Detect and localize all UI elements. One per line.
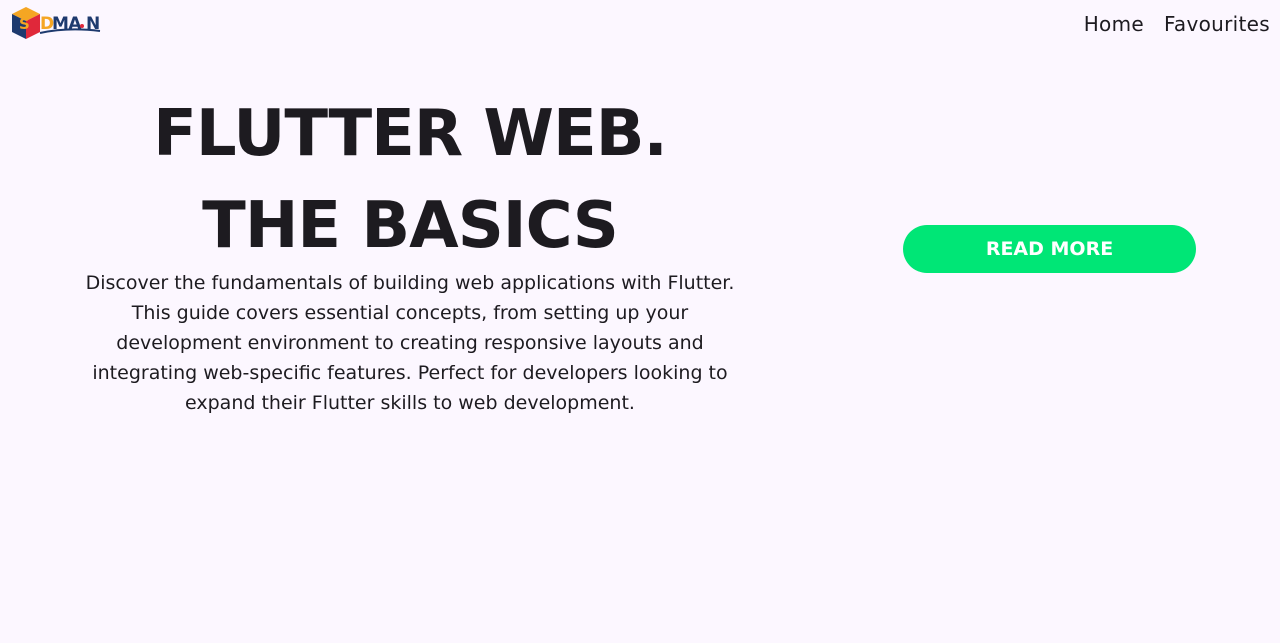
logo-icon: S D MA N	[12, 7, 100, 39]
top-nav: Home Favourites	[1084, 12, 1270, 36]
page: S D MA N Home Favourites FLUTTER WEB. TH…	[0, 0, 1280, 643]
hero-title-line-1: FLUTTER WEB.	[153, 97, 668, 171]
nav-home-link[interactable]: Home	[1084, 12, 1144, 36]
hero-description: Discover the fundamentals of building we…	[85, 272, 735, 414]
read-more-button[interactable]: READ MORE	[903, 225, 1196, 273]
svg-text:S: S	[19, 15, 30, 33]
hero-title-line-2: THE BASICS	[202, 189, 619, 263]
nav-favourites-link[interactable]: Favourites	[1164, 12, 1270, 36]
hero-title: FLUTTER WEB. THE BASICS	[90, 88, 730, 272]
brand-logo[interactable]: S D MA N	[10, 5, 104, 41]
